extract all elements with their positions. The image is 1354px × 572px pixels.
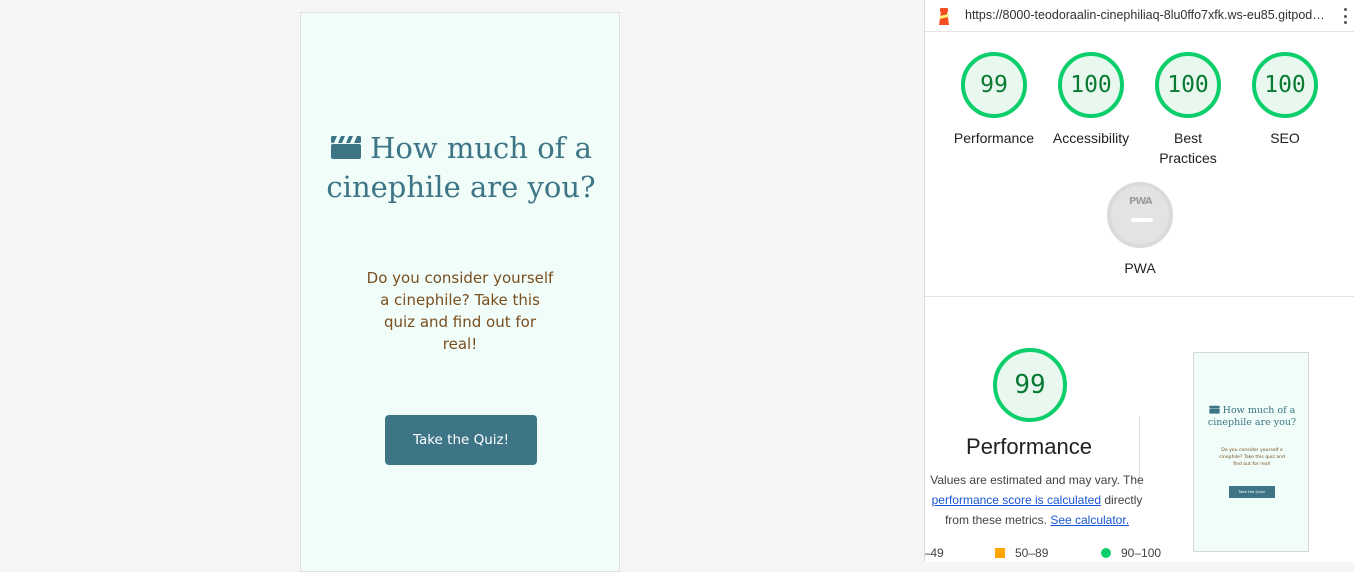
report-url[interactable]: https://8000-teodoraalin-cinephiliaq-8lu… xyxy=(965,8,1325,22)
score-gauge-best-practices[interactable]: 100 Best Practices xyxy=(1143,52,1233,168)
score-value: 100 xyxy=(1058,52,1124,118)
clapperboard-icon xyxy=(331,136,362,159)
page-title-text: How much of a cinephile are you? xyxy=(326,131,596,204)
legend-item-average: 50–89 xyxy=(995,546,1048,560)
pwa-badge-text: PWA xyxy=(1129,196,1153,207)
score-gauge-accessibility[interactable]: 100 Accessibility xyxy=(1046,52,1136,148)
report-url-bar: https://8000-teodoraalin-cinephiliaq-8lu… xyxy=(925,0,1354,32)
take-quiz-button[interactable]: Take the Quiz! xyxy=(385,415,537,465)
circle-icon xyxy=(1101,548,1111,558)
score-value: 99 xyxy=(961,52,1027,118)
score-label: Accessibility xyxy=(1052,130,1130,146)
score-gauge-performance[interactable]: 99 Performance xyxy=(949,52,1039,148)
see-calculator-link[interactable]: See calculator. xyxy=(1050,513,1129,527)
performance-score-gauge: 99 xyxy=(993,348,1067,422)
intro-text: Do you consider yourself a cinephile? Ta… xyxy=(366,269,554,353)
thumbnail-title-text: How much of a cinephile are you? xyxy=(1207,405,1297,428)
legend-item-fail: 0–49 xyxy=(924,546,944,560)
score-calculation-link[interactable]: performance score is calculated xyxy=(932,493,1101,507)
score-label: SEO xyxy=(1270,130,1300,146)
final-screenshot-thumbnail[interactable]: How much of a cinephile are you? Do you … xyxy=(1193,352,1309,552)
lighthouse-panel: https://8000-teodoraalin-cinephiliaq-8lu… xyxy=(924,0,1354,562)
lighthouse-icon xyxy=(939,8,949,25)
square-icon xyxy=(995,548,1005,558)
pwa-badge-icon: PWA xyxy=(1107,182,1173,248)
thumbnail-title: How much of a cinephile are you? xyxy=(1194,405,1308,429)
mobile-viewport: How much of a cinephile are you? Do you … xyxy=(300,12,620,572)
more-options-icon[interactable] xyxy=(1343,8,1347,24)
score-value: 100 xyxy=(1155,52,1221,118)
legend-label: 50–89 xyxy=(1015,546,1049,560)
clapperboard-icon xyxy=(1208,405,1220,414)
description-text: Values are estimated and may vary. The xyxy=(930,473,1144,487)
legend-item-pass: 90–100 xyxy=(1101,546,1161,560)
score-label: Best Practices xyxy=(1159,130,1217,166)
thumbnail-button: Take the Quiz! xyxy=(1229,486,1275,498)
performance-heading: Performance xyxy=(966,434,1092,459)
score-label: PWA xyxy=(1124,260,1156,276)
divider xyxy=(925,296,1354,297)
legend-label: 0–49 xyxy=(924,546,944,560)
performance-description: Values are estimated and may vary. The p… xyxy=(925,470,1155,530)
score-label: Performance xyxy=(953,130,1035,146)
score-gauge-pwa[interactable]: PWA PWA xyxy=(1095,182,1185,278)
page-title: How much of a cinephile are you? xyxy=(301,129,621,207)
score-value: 100 xyxy=(1252,52,1318,118)
thumbnail-intro: Do you consider yourself a cinephile? Ta… xyxy=(1219,448,1285,467)
legend-label: 90–100 xyxy=(1121,546,1162,560)
score-gauge-seo[interactable]: 100 SEO xyxy=(1240,52,1330,148)
pwa-dash xyxy=(1131,218,1153,222)
